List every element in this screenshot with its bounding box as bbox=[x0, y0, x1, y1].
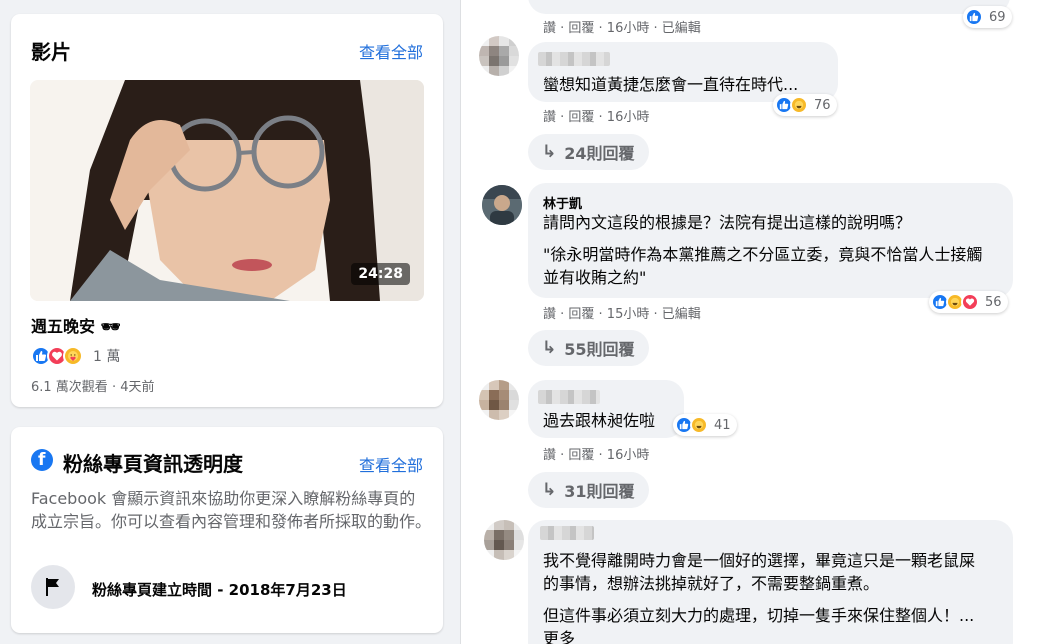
comment-text: 我不覺得離開時力會是一個好的選擇，畢竟這只是一顆老鼠屎的事情，想辦法挑掉就好了，… bbox=[543, 551, 976, 593]
video-duration-badge: 24:28 bbox=[351, 263, 410, 285]
video-reactions[interactable]: 1 萬 bbox=[31, 345, 120, 367]
comments-column: 69 讚 · 回覆 · 16小時 · 已編輯 蠻想知道黃捷怎麼會一直待在時代..… bbox=[460, 0, 1038, 644]
facebook-logo-icon: f bbox=[31, 449, 53, 471]
comment-author[interactable]: 林于凱 bbox=[543, 193, 582, 212]
comment-bubble bbox=[528, 0, 1010, 14]
comment-reaction-count: 56 bbox=[985, 294, 1002, 310]
video-reaction-count: 1 萬 bbox=[93, 349, 121, 365]
view-replies-label: 55則回覆 bbox=[564, 340, 635, 359]
videos-card: 影片 查看全部 24:28 週五晚安 🕶 1 萬 6.1 萬次觀看 · 4天前 bbox=[11, 14, 443, 407]
comment-reaction-badge[interactable]: 56 bbox=[929, 291, 1008, 313]
videos-see-all-link[interactable]: 查看全部 bbox=[359, 39, 423, 63]
view-replies-button[interactable]: ↳ 31則回覆 bbox=[528, 472, 649, 508]
left-column: 影片 查看全部 24:28 週五晚安 🕶 1 萬 6.1 萬次觀看 · 4天前 … bbox=[0, 0, 460, 644]
avatar[interactable] bbox=[479, 380, 519, 420]
comment-bubble: 我不覺得離開時力會是一個好的選擇，畢竟這只是一顆老鼠屎的事情，想辦法挑掉就好了，… bbox=[528, 520, 1013, 644]
reply-arrow-icon: ↳ bbox=[542, 338, 557, 358]
haha-reaction-icon bbox=[790, 96, 808, 114]
love-reaction-icon bbox=[961, 293, 979, 311]
comment-quote: "徐永明當時作為本黨推薦之不分區立委，竟與不恰當人士接觸並有收賄之約" bbox=[543, 245, 983, 287]
page-transparency-card: f 粉絲專頁資訊透明度 查看全部 Facebook 會顯示資訊來協助你更深入瞭解… bbox=[11, 427, 443, 633]
comment-reaction-badge[interactable]: 41 bbox=[673, 414, 737, 436]
view-replies-button[interactable]: ↳ 55則回覆 bbox=[528, 330, 649, 366]
comment-actions[interactable]: 讚 · 回覆 · 15小時 · 已編輯 bbox=[543, 303, 701, 322]
video-title[interactable]: 週五晚安 🕶 bbox=[31, 313, 121, 337]
view-replies-label: 24則回覆 bbox=[564, 144, 635, 163]
view-replies-button[interactable]: ↳ 24則回覆 bbox=[528, 134, 649, 170]
like-reaction-icon bbox=[965, 8, 983, 26]
videos-title: 影片 bbox=[31, 40, 71, 64]
care-reaction-icon bbox=[63, 346, 83, 366]
comment-text-continued: 但這件事必須立刻大力的處理，切掉一隻手來保住整個人！... 更多 bbox=[543, 606, 975, 644]
avatar[interactable] bbox=[484, 520, 524, 560]
avatar-photo bbox=[482, 185, 522, 225]
comment-actions[interactable]: 讚 · 回覆 · 16小時 bbox=[543, 444, 649, 463]
comment-bubble: 過去跟林昶佐啦 bbox=[528, 380, 684, 438]
page-created-date: 粉絲專頁建立時間 - 2018年7月23日 bbox=[92, 581, 347, 599]
reply-arrow-icon: ↳ bbox=[542, 142, 557, 162]
comment-reaction-count: 76 bbox=[814, 97, 831, 113]
comment-bubble: 林于凱 請問內文這段的根據是？法院有提出這樣的說明嗎？ "徐永明當時作為本黨推薦… bbox=[528, 183, 1013, 298]
comment-reaction-badge[interactable]: 69 bbox=[963, 6, 1012, 28]
haha-reaction-icon bbox=[690, 416, 708, 434]
comment-reaction-count: 69 bbox=[989, 9, 1006, 25]
comment-text: 蠻想知道黃捷怎麼會一直待在時代... bbox=[543, 75, 799, 94]
comment-author-blurred bbox=[538, 52, 610, 66]
transparency-see-all-link[interactable]: 查看全部 bbox=[359, 452, 423, 476]
comment-author-blurred bbox=[540, 526, 594, 540]
comment-author-blurred bbox=[538, 390, 600, 404]
view-replies-label: 31則回覆 bbox=[564, 482, 635, 501]
flag-icon bbox=[31, 565, 75, 609]
reply-arrow-icon: ↳ bbox=[542, 480, 557, 500]
comment-reaction-badge[interactable]: 76 bbox=[773, 94, 837, 116]
video-thumbnail[interactable]: 24:28 bbox=[30, 80, 424, 301]
avatar[interactable] bbox=[482, 185, 522, 225]
transparency-description: Facebook 會顯示資訊來協助你更深入瞭解粉絲專頁的成立宗旨。你可以查看內容… bbox=[31, 489, 432, 531]
comment-bubble: 蠻想知道黃捷怎麼會一直待在時代... bbox=[528, 42, 838, 102]
avatar[interactable] bbox=[479, 36, 519, 76]
transparency-title: 粉絲專頁資訊透明度 bbox=[63, 452, 243, 476]
video-views-and-age: 6.1 萬次觀看 · 4天前 bbox=[31, 380, 155, 395]
comment-actions[interactable]: 讚 · 回覆 · 16小時 bbox=[543, 106, 649, 125]
comment-actions[interactable]: 讚 · 回覆 · 16小時 · 已編輯 bbox=[543, 17, 701, 36]
comment-text: 請問內文這段的根據是？法院有提出這樣的說明嗎？ bbox=[543, 213, 912, 232]
facebook-logo-letter: f bbox=[38, 450, 46, 470]
comment-reaction-count: 41 bbox=[714, 417, 731, 433]
comment-text: 過去跟林昶佐啦 bbox=[543, 411, 656, 430]
